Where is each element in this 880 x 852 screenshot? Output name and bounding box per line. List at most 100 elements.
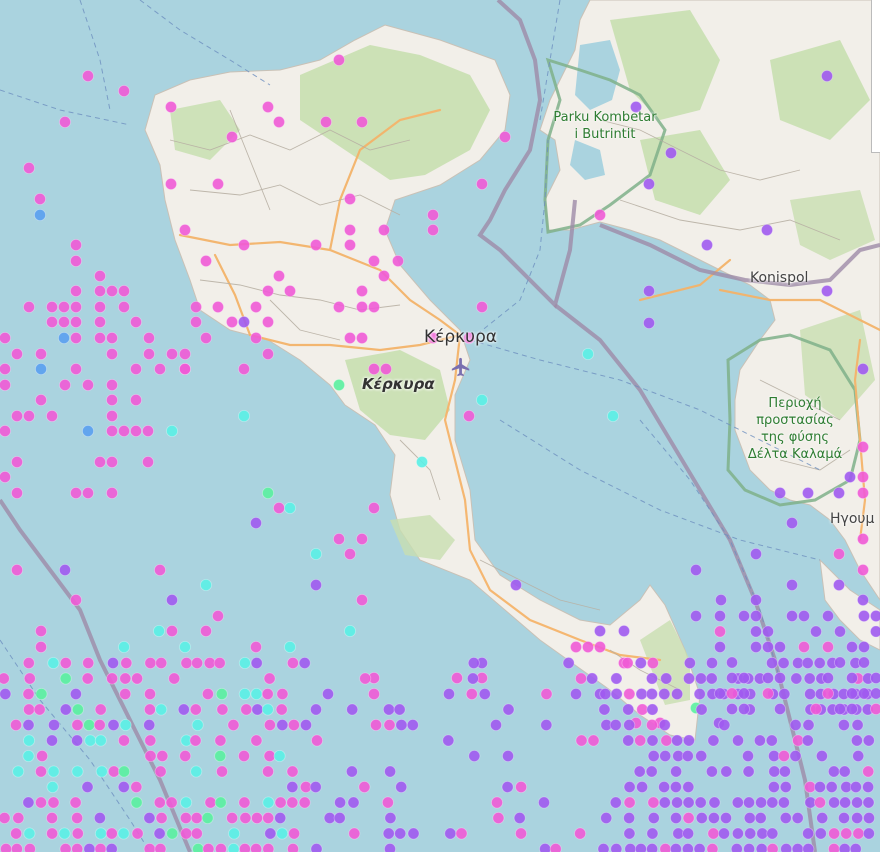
map-marker[interactable] bbox=[0, 379, 11, 391]
map-marker[interactable] bbox=[333, 812, 346, 825]
map-marker[interactable] bbox=[407, 827, 420, 840]
map-marker[interactable] bbox=[658, 719, 671, 732]
map-marker[interactable] bbox=[141, 424, 154, 437]
map-marker[interactable] bbox=[119, 688, 132, 701]
map-marker[interactable] bbox=[778, 688, 791, 701]
map-marker[interactable] bbox=[646, 703, 659, 716]
map-marker[interactable] bbox=[766, 843, 779, 852]
map-marker[interactable] bbox=[131, 827, 144, 840]
map-marker[interactable] bbox=[323, 812, 336, 825]
map-marker[interactable] bbox=[645, 765, 658, 778]
map-marker[interactable] bbox=[618, 625, 631, 638]
map-marker[interactable] bbox=[165, 625, 178, 638]
map-marker[interactable] bbox=[774, 703, 787, 716]
map-marker[interactable] bbox=[671, 734, 684, 747]
map-marker[interactable] bbox=[249, 331, 262, 344]
map-marker[interactable] bbox=[22, 750, 35, 763]
map-marker[interactable] bbox=[828, 843, 840, 852]
map-marker[interactable] bbox=[10, 409, 23, 422]
map-marker[interactable] bbox=[738, 687, 751, 700]
map-marker[interactable] bbox=[849, 781, 862, 794]
map-marker[interactable] bbox=[814, 796, 827, 809]
map-marker[interactable] bbox=[622, 734, 635, 747]
map-marker[interactable] bbox=[575, 672, 588, 685]
map-marker[interactable] bbox=[70, 486, 83, 499]
map-marker[interactable] bbox=[762, 641, 775, 654]
map-marker[interactable] bbox=[801, 734, 814, 747]
map-marker[interactable] bbox=[23, 827, 36, 840]
map-marker[interactable] bbox=[681, 750, 694, 763]
map-marker[interactable] bbox=[669, 843, 682, 852]
map-marker[interactable] bbox=[81, 781, 94, 794]
map-marker[interactable] bbox=[191, 657, 204, 670]
map-marker[interactable] bbox=[263, 719, 276, 732]
map-marker[interactable] bbox=[682, 796, 695, 809]
map-marker[interactable] bbox=[310, 734, 323, 747]
map-marker[interactable] bbox=[670, 812, 683, 825]
map-marker[interactable] bbox=[355, 331, 368, 344]
map-marker[interactable] bbox=[82, 657, 95, 670]
map-marker[interactable] bbox=[261, 101, 274, 114]
map-marker[interactable] bbox=[718, 827, 731, 840]
map-marker[interactable] bbox=[665, 146, 678, 159]
map-marker[interactable] bbox=[33, 703, 46, 716]
map-marker[interactable] bbox=[502, 703, 515, 716]
map-marker[interactable] bbox=[118, 424, 131, 437]
map-marker[interactable] bbox=[750, 548, 763, 561]
map-marker[interactable] bbox=[621, 657, 634, 670]
map-marker[interactable] bbox=[155, 703, 168, 716]
map-marker[interactable] bbox=[695, 812, 708, 825]
map-marker[interactable] bbox=[779, 781, 792, 794]
map-marker[interactable] bbox=[118, 641, 131, 654]
map-marker[interactable] bbox=[238, 657, 251, 670]
map-marker[interactable] bbox=[753, 734, 766, 747]
map-marker[interactable] bbox=[189, 703, 202, 716]
map-marker[interactable] bbox=[69, 796, 82, 809]
map-marker[interactable] bbox=[214, 750, 227, 763]
map-marker[interactable] bbox=[382, 827, 395, 840]
airport-icon[interactable] bbox=[450, 356, 472, 378]
map-marker[interactable] bbox=[83, 843, 96, 852]
map-marker[interactable] bbox=[286, 796, 299, 809]
map-marker[interactable] bbox=[647, 750, 660, 763]
map-marker[interactable] bbox=[594, 641, 607, 654]
map-marker[interactable] bbox=[58, 331, 71, 344]
map-marker[interactable] bbox=[646, 672, 659, 685]
map-marker[interactable] bbox=[600, 812, 613, 825]
map-marker[interactable] bbox=[93, 812, 106, 825]
map-marker[interactable] bbox=[10, 827, 23, 840]
map-marker[interactable] bbox=[286, 781, 299, 794]
map-marker[interactable] bbox=[94, 300, 107, 313]
map-marker[interactable] bbox=[71, 719, 84, 732]
map-marker[interactable] bbox=[466, 672, 479, 685]
map-marker[interactable] bbox=[743, 843, 756, 852]
map-marker[interactable] bbox=[94, 269, 107, 282]
map-marker[interactable] bbox=[261, 703, 274, 716]
map-marker[interactable] bbox=[395, 781, 408, 794]
map-marker[interactable] bbox=[10, 564, 23, 577]
map-marker[interactable] bbox=[802, 719, 815, 732]
map-marker[interactable] bbox=[165, 796, 178, 809]
map-marker[interactable] bbox=[622, 703, 635, 716]
map-marker[interactable] bbox=[705, 672, 718, 685]
map-marker[interactable] bbox=[786, 579, 799, 592]
map-marker[interactable] bbox=[178, 223, 191, 236]
map-marker[interactable] bbox=[791, 843, 804, 852]
map-marker[interactable] bbox=[106, 393, 119, 406]
map-marker[interactable] bbox=[849, 843, 862, 852]
map-marker[interactable] bbox=[636, 703, 649, 716]
map-marker[interactable] bbox=[199, 579, 212, 592]
map-marker[interactable] bbox=[738, 672, 751, 685]
map-marker[interactable] bbox=[130, 781, 143, 794]
map-marker[interactable] bbox=[22, 796, 35, 809]
map-marker[interactable] bbox=[623, 719, 636, 732]
map-marker[interactable] bbox=[0, 363, 11, 375]
map-marker[interactable] bbox=[299, 719, 312, 732]
map-marker[interactable] bbox=[834, 656, 847, 669]
map-marker[interactable] bbox=[803, 672, 816, 685]
map-marker[interactable] bbox=[153, 796, 166, 809]
map-marker[interactable] bbox=[726, 703, 739, 716]
map-marker[interactable] bbox=[35, 688, 48, 701]
map-marker[interactable] bbox=[228, 827, 241, 840]
map-marker[interactable] bbox=[683, 657, 696, 670]
